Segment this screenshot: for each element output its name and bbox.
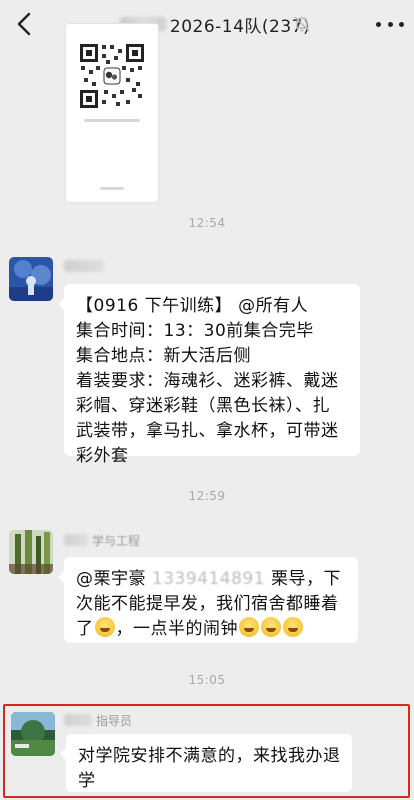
more-dot: [387, 21, 393, 27]
message-line: 次能不能提早发，我们宿舍都睡着: [76, 594, 339, 614]
sender-name-redacted: [64, 260, 104, 272]
message-line: 了 ，一点半的闹钟: [76, 617, 346, 642]
more-dot: [376, 21, 381, 27]
message-line: 武装带，拿马扎、拿水杯，可带迷: [76, 421, 339, 441]
grimace-emoji-icon: [283, 617, 303, 637]
message-line: 彩外套: [76, 446, 129, 466]
sender-name-redacted: [64, 534, 88, 546]
more-dot: [399, 21, 404, 27]
avatar[interactable]: [9, 257, 53, 301]
message-text: 了: [76, 619, 94, 639]
message-line: @栗宇豪 1339414891 栗导，下: [76, 567, 346, 592]
more-options-button[interactable]: [376, 12, 404, 36]
message-line: 着装要求：海魂衫、迷彩裤、戴迷: [76, 371, 339, 391]
sleepy-emoji-icon: [94, 617, 115, 637]
message-text: ，一点半的闹钟: [115, 619, 238, 639]
message-bubble[interactable]: 【0916 下午训练】 @所有人 集合时间：13：30前集合完毕 集合地点：新大…: [58, 284, 360, 466]
message-line: 集合地点：新大活后侧: [76, 346, 251, 366]
qr-code-image: [78, 42, 146, 110]
message-line: 集合时间：13：30前集合完毕: [76, 321, 314, 341]
avatar-image: [9, 530, 53, 574]
highlight-annotation-box: [3, 704, 410, 798]
message-line: 彩帽、穿迷彩鞋（黑色长袜）、扎: [76, 396, 330, 416]
qr-caption-line: [84, 119, 140, 122]
phone-number-redacted: 1339414891: [151, 569, 266, 589]
qr-caption-line: [100, 187, 124, 190]
message-bubble[interactable]: @栗宇豪 1339414891 栗导，下 次能不能提早发，我们宿舍都睡着 了 ，一…: [58, 557, 358, 643]
chevron-left-icon: [17, 12, 31, 36]
back-button[interactable]: [6, 6, 42, 42]
message-line: 【0916 下午训练】 @所有人: [76, 296, 309, 316]
timestamp: 12:54: [188, 216, 226, 230]
timestamp: 15:05: [188, 673, 226, 687]
avatar-image: [9, 257, 53, 301]
message-text: 栗导，下: [265, 569, 341, 589]
sender-name: 学与工程: [92, 534, 141, 548]
chat-header: 2026-14队(237): [0, 0, 414, 48]
chat-title-text: 2026-14队(237): [169, 16, 311, 37]
bell-off-icon: [294, 16, 310, 32]
qr-code-image-message[interactable]: [66, 24, 158, 202]
mention-text: @栗宇豪: [76, 569, 146, 589]
grimace-emoji-icon: [239, 617, 259, 637]
avatar[interactable]: [9, 530, 53, 574]
grimace-emoji-icon: [261, 617, 281, 637]
timestamp: 12:59: [188, 489, 226, 503]
